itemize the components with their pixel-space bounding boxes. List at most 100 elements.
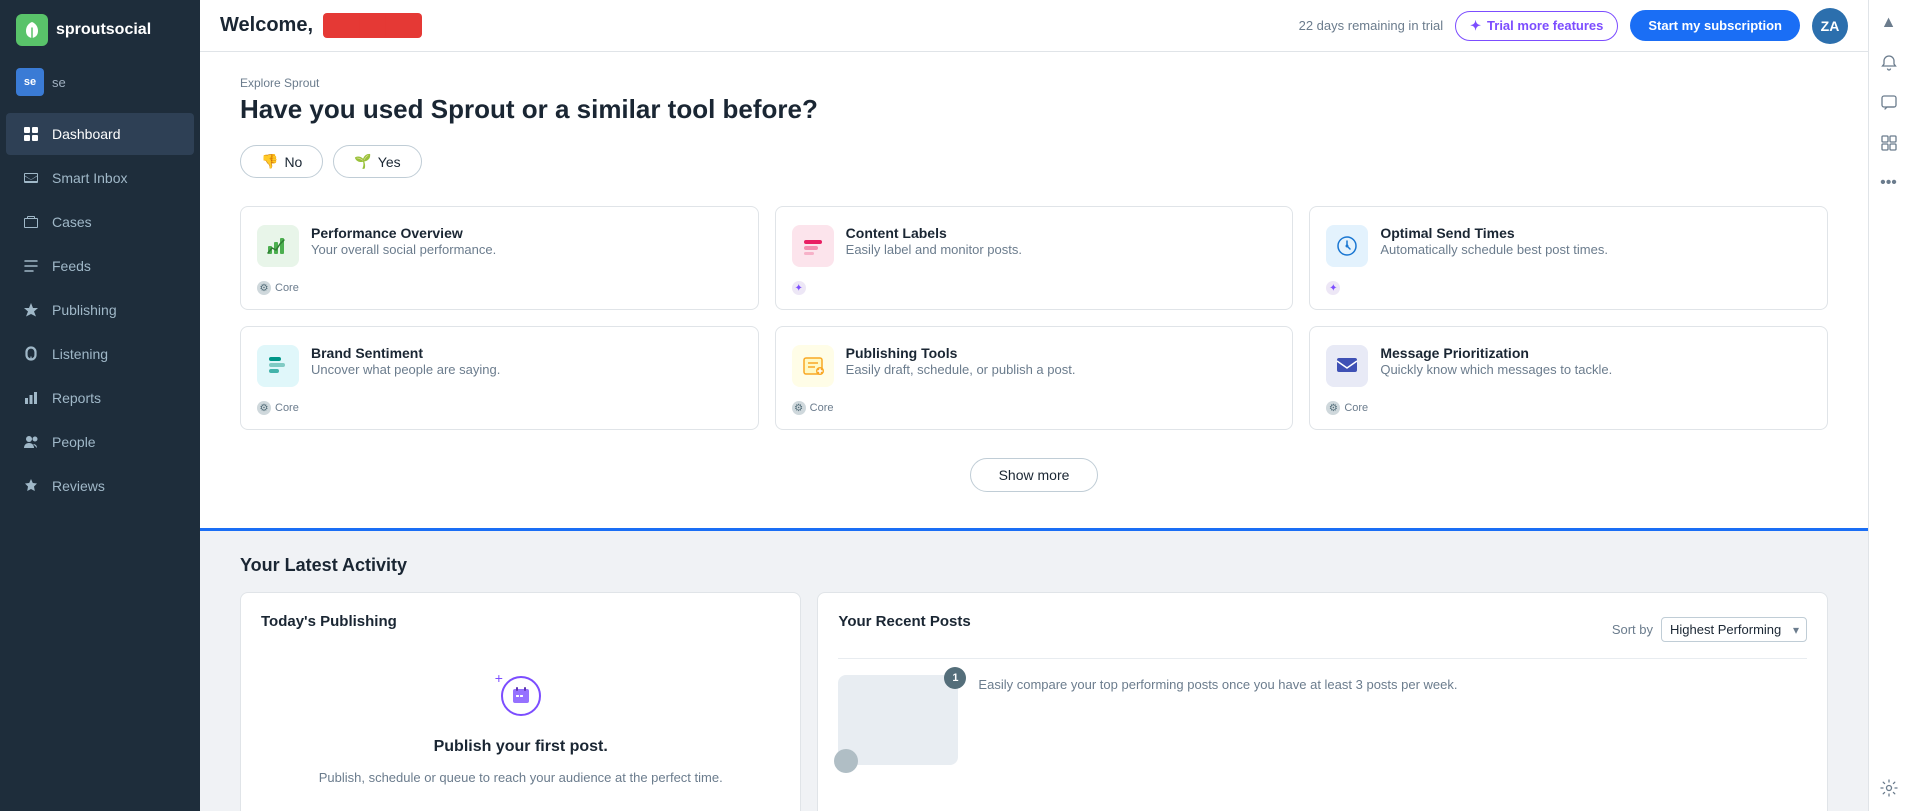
card-header: Message Prioritization Quickly know whic… — [1326, 345, 1811, 387]
publish-icon-area: + — [491, 666, 551, 726]
card-text: Performance Overview Your overall social… — [311, 225, 496, 259]
listening-icon — [22, 345, 40, 363]
start-subscription-button[interactable]: Start my subscription — [1630, 10, 1800, 41]
trial-days-text: 22 days remaining in trial — [1299, 18, 1444, 33]
sidebar-label-smart-inbox: Smart Inbox — [52, 170, 127, 186]
sidebar-item-dashboard[interactable]: Dashboard — [6, 113, 194, 155]
cases-icon — [22, 213, 40, 231]
activity-grid: Today's Publishing + — [240, 592, 1828, 811]
feeds-icon — [22, 257, 40, 275]
sidebar-item-smart-inbox[interactable]: Smart Inbox — [6, 157, 194, 199]
show-more-button[interactable]: Show more — [970, 458, 1099, 492]
sort-select-container[interactable]: Highest Performing Most Recent Oldest — [1661, 617, 1807, 642]
sidebar-label-reviews: Reviews — [52, 478, 105, 494]
content-area: Explore Sprout Have you used Sprout or a… — [200, 52, 1868, 811]
sidebar-label-listening: Listening — [52, 346, 108, 362]
sidebar-item-reviews[interactable]: Reviews — [6, 465, 194, 507]
thumbs-down-icon: 👎 — [261, 153, 278, 170]
content-labels-icon — [792, 225, 834, 267]
feature-card-message-prioritization[interactable]: Message Prioritization Quickly know whic… — [1309, 326, 1828, 430]
reviews-icon — [22, 477, 40, 495]
feature-card-optimal-send[interactable]: Optimal Send Times Automatically schedul… — [1309, 206, 1828, 310]
recent-posts-title: Your Recent Posts — [838, 613, 970, 630]
more-options-icon[interactable]: ••• — [1878, 172, 1900, 194]
logo-area: sproutsocial — [0, 0, 200, 60]
card-text: Content Labels Easily label and monitor … — [846, 225, 1022, 259]
btn-no[interactable]: 👎 No — [240, 145, 323, 178]
main-area: Welcome, ████ 22 days remaining in trial… — [200, 0, 1868, 811]
recent-posts-empty-text: Easily compare your top performing posts… — [978, 675, 1457, 695]
card-header: Optimal Send Times Automatically schedul… — [1326, 225, 1811, 267]
nav-menu: Dashboard Smart Inbox Cases Feeds Publis… — [0, 112, 200, 508]
welcome-text: Welcome, — [220, 14, 313, 37]
msg-priority-icon — [1326, 345, 1368, 387]
user-name-redacted: ████ — [323, 13, 422, 38]
sparkle-icon: ✦ — [1470, 18, 1481, 34]
feature-desc-performance: Your overall social performance. — [311, 241, 496, 259]
org-avatar: se — [16, 68, 44, 96]
settings-icon[interactable] — [1878, 777, 1900, 799]
brand-sentiment-icon — [257, 345, 299, 387]
activity-section-title: Your Latest Activity — [240, 555, 1828, 576]
core-badge-icon-pubtools: ⚙ — [792, 401, 806, 415]
core-badge-icon: ⚙ — [257, 281, 271, 295]
post-author-avatar — [834, 749, 858, 773]
sidebar-item-publishing[interactable]: Publishing — [6, 289, 194, 331]
logo-text: sproutsocial — [56, 21, 151, 39]
feature-desc-labels: Easily label and monitor posts. — [846, 241, 1022, 259]
welcome-message: Welcome, ████ — [220, 13, 1287, 38]
publishing-tools-icon — [792, 345, 834, 387]
performance-icon — [257, 225, 299, 267]
grid-icon[interactable] — [1878, 132, 1900, 154]
topbar: Welcome, ████ 22 days remaining in trial… — [200, 0, 1868, 52]
sidebar: sproutsocial se se Dashboard Smart Inbox… — [0, 0, 200, 811]
thumbs-up-icon: 🌱 — [354, 153, 371, 170]
badge-label-pubtools: Core — [810, 402, 834, 414]
sidebar-item-feeds[interactable]: Feeds — [6, 245, 194, 287]
post-thumbnail — [838, 675, 958, 765]
publishing-icon — [22, 301, 40, 319]
sidebar-item-reports[interactable]: Reports — [6, 377, 194, 419]
badge-core-pubtools: ⚙ Core — [792, 401, 1277, 415]
explore-section: Explore Sprout Have you used Sprout or a… — [200, 52, 1868, 531]
dashboard-icon — [22, 125, 40, 143]
plus-badge-icon-2: ✦ — [1326, 281, 1340, 295]
divider — [838, 658, 1807, 659]
sidebar-label-people: People — [52, 434, 96, 450]
sidebar-label-dashboard: Dashboard — [52, 126, 121, 142]
badge-label-msgpri: Core — [1344, 402, 1368, 414]
bell-icon[interactable] — [1878, 52, 1900, 74]
publish-circle — [501, 676, 541, 716]
sidebar-item-cases[interactable]: Cases — [6, 201, 194, 243]
sidebar-item-listening[interactable]: Listening — [6, 333, 194, 375]
plus-badge-icon: ✦ — [792, 281, 806, 295]
calendar-icon — [511, 686, 531, 706]
core-badge-icon-msgpri: ⚙ — [1326, 401, 1340, 415]
reports-icon — [22, 389, 40, 407]
feature-card-content-labels[interactable]: Content Labels Easily label and monitor … — [775, 206, 1294, 310]
publish-empty-title: Publish your first post. — [434, 738, 608, 756]
trial-more-features-button[interactable]: ✦ Trial more features — [1455, 11, 1618, 41]
scroll-top-icon[interactable]: ▲ — [1878, 12, 1900, 34]
badge-core-sentiment: ⚙ Core — [257, 401, 742, 415]
chat-icon[interactable] — [1878, 92, 1900, 114]
sort-select[interactable]: Highest Performing Most Recent Oldest — [1661, 617, 1807, 642]
user-avatar[interactable]: ZA — [1812, 8, 1848, 44]
badge-core-performance: ⚙ Core — [257, 281, 742, 295]
core-badge-icon-sentiment: ⚙ — [257, 401, 271, 415]
post-thumbnail-area: 1 — [838, 675, 958, 765]
sidebar-item-people[interactable]: People — [6, 421, 194, 463]
org-name: se — [52, 75, 66, 90]
trial-btn-label: Trial more features — [1487, 18, 1603, 33]
org-selector[interactable]: se se — [0, 60, 200, 104]
btn-yes[interactable]: 🌱 Yes — [333, 145, 421, 178]
inbox-icon — [22, 169, 40, 187]
feature-card-publishing-tools[interactable]: Publishing Tools Easily draft, schedule,… — [775, 326, 1294, 430]
feature-card-brand-sentiment[interactable]: Brand Sentiment Uncover what people are … — [240, 326, 759, 430]
sidebar-label-feeds: Feeds — [52, 258, 91, 274]
sidebar-label-reports: Reports — [52, 390, 101, 406]
feature-card-performance-overview[interactable]: Performance Overview Your overall social… — [240, 206, 759, 310]
recent-posts-content: 1 Easily compare your top performing pos… — [838, 675, 1807, 765]
sprout-logo-icon — [16, 14, 48, 46]
badge-plus-optimal: ✦ — [1326, 281, 1811, 295]
